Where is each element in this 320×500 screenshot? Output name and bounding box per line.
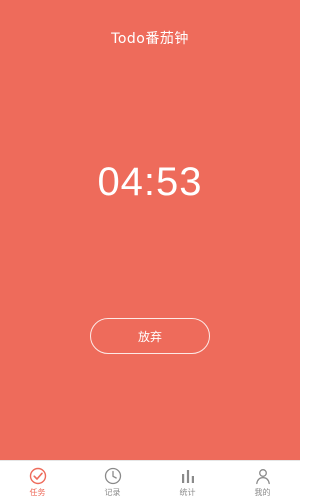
tab-label: 任务: [29, 488, 46, 497]
app-title: Todo番茄钟: [111, 31, 189, 47]
app-screen: Todo番茄钟 04:53 放弃 任务 记录 统计 我的: [0, 0, 300, 500]
tab-statistics[interactable]: 统计: [150, 461, 225, 500]
tab-label: 我的: [254, 488, 271, 497]
tab-records[interactable]: 记录: [75, 461, 150, 500]
tab-label: 记录: [104, 488, 121, 497]
tab-profile[interactable]: 我的: [225, 461, 300, 500]
pomodoro-panel: Todo番茄钟 04:53 放弃: [0, 0, 300, 460]
countdown-timer: 04:53: [97, 160, 203, 204]
bar-chart-icon: [181, 470, 194, 483]
bottom-tab-bar: 任务 记录 统计 我的: [0, 460, 300, 500]
clock-icon: [104, 467, 121, 485]
person-icon: [255, 469, 270, 485]
tab-label: 统计: [179, 488, 196, 497]
give-up-button[interactable]: 放弃: [90, 318, 210, 354]
check-circle-icon: [29, 467, 46, 485]
tab-tasks[interactable]: 任务: [0, 461, 75, 500]
